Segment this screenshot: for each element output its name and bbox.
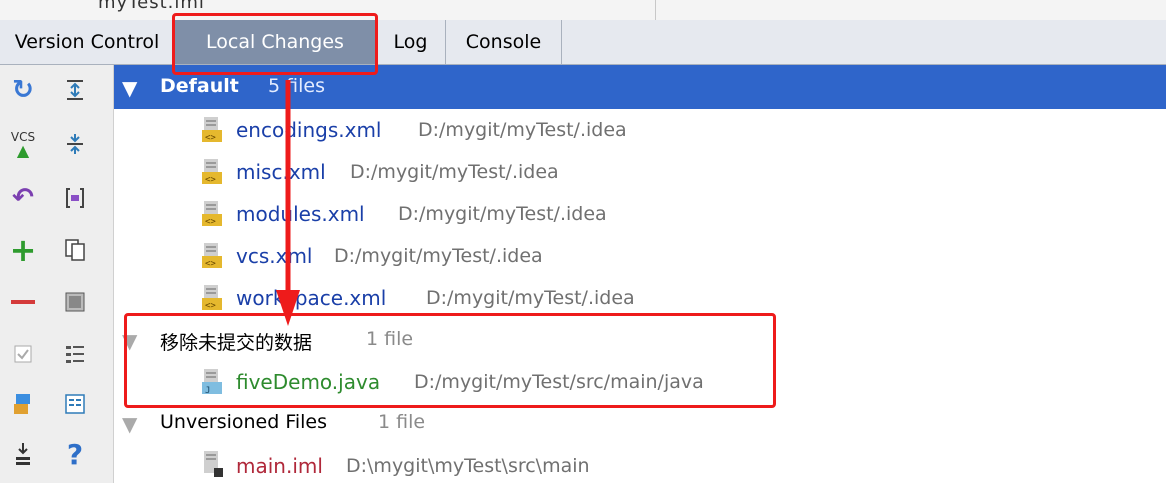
xml-file-icon: <> (202, 201, 222, 227)
add-icon[interactable]: + (6, 231, 40, 269)
svg-text:<>: <> (205, 259, 216, 269)
group-default-name[interactable]: Default (160, 75, 239, 97)
file-name[interactable]: encodings.xml (236, 118, 382, 142)
file-path: D:/mygit/myTest/.idea (398, 203, 607, 225)
file-name[interactable]: modules.xml (236, 202, 365, 226)
diff-icon[interactable] (58, 387, 92, 421)
highlight-new-changelist (124, 313, 776, 408)
file-path: D:/mygit/myTest/.idea (334, 245, 543, 267)
copy-icon[interactable] (58, 233, 92, 267)
preview-icon[interactable] (58, 285, 92, 319)
refresh-icon[interactable]: ↻ (6, 73, 40, 107)
annotation-arrow (276, 80, 300, 326)
help-icon[interactable]: ? (58, 437, 92, 471)
vcs-commit-icon[interactable]: VCS ▲ (6, 127, 40, 161)
changes-toolbar: ↻ VCS ▲ ↶ + ? (0, 65, 114, 483)
tab-version-control[interactable]: Version Control (0, 20, 175, 64)
checkbox-icon[interactable] (6, 337, 40, 371)
top-file-fragment: myTest.iml (98, 0, 205, 13)
group-icon[interactable] (58, 181, 92, 215)
file-name[interactable]: workspace.xml (236, 286, 386, 310)
collapse-all-icon[interactable] (58, 127, 92, 161)
file-path: D:\mygit\myTest\src\main (346, 455, 590, 477)
svg-text:<>: <> (205, 301, 216, 311)
sort-icon[interactable] (6, 437, 40, 471)
iml-file-icon (204, 451, 223, 477)
file-path: D:/mygit/myTest/.idea (350, 161, 559, 183)
list-icon[interactable] (58, 337, 92, 371)
xml-file-icon: <> (202, 159, 222, 185)
file-name[interactable]: main.iml (236, 454, 323, 478)
tab-log[interactable]: Log (376, 20, 446, 64)
file-name[interactable]: vcs.xml (236, 244, 312, 268)
highlight-local-changes-tab (172, 13, 378, 75)
svg-text:<>: <> (205, 217, 216, 227)
group-unversioned-count: 1 file (378, 411, 426, 433)
group-unversioned-name[interactable]: Unversioned Files (160, 411, 327, 433)
top-divider (655, 0, 656, 20)
xml-file-icon: <> (202, 117, 222, 143)
remove-icon[interactable] (6, 285, 40, 319)
xml-file-icon: <> (202, 285, 222, 311)
expand-unversioned-icon[interactable]: ▼ (122, 412, 137, 436)
tab-console[interactable]: Console (446, 20, 562, 64)
file-path: D:/mygit/myTest/.idea (426, 287, 635, 309)
rollback-icon[interactable]: ↶ (6, 181, 40, 215)
expand-all-icon[interactable] (58, 73, 92, 107)
file-path: D:/mygit/myTest/.idea (418, 119, 627, 141)
shelve-icon[interactable] (6, 387, 40, 421)
xml-file-icon: <> (202, 243, 222, 269)
svg-text:<>: <> (205, 175, 216, 185)
svg-text:<>: <> (205, 133, 216, 143)
expand-default-icon[interactable]: ▼ (122, 76, 137, 100)
